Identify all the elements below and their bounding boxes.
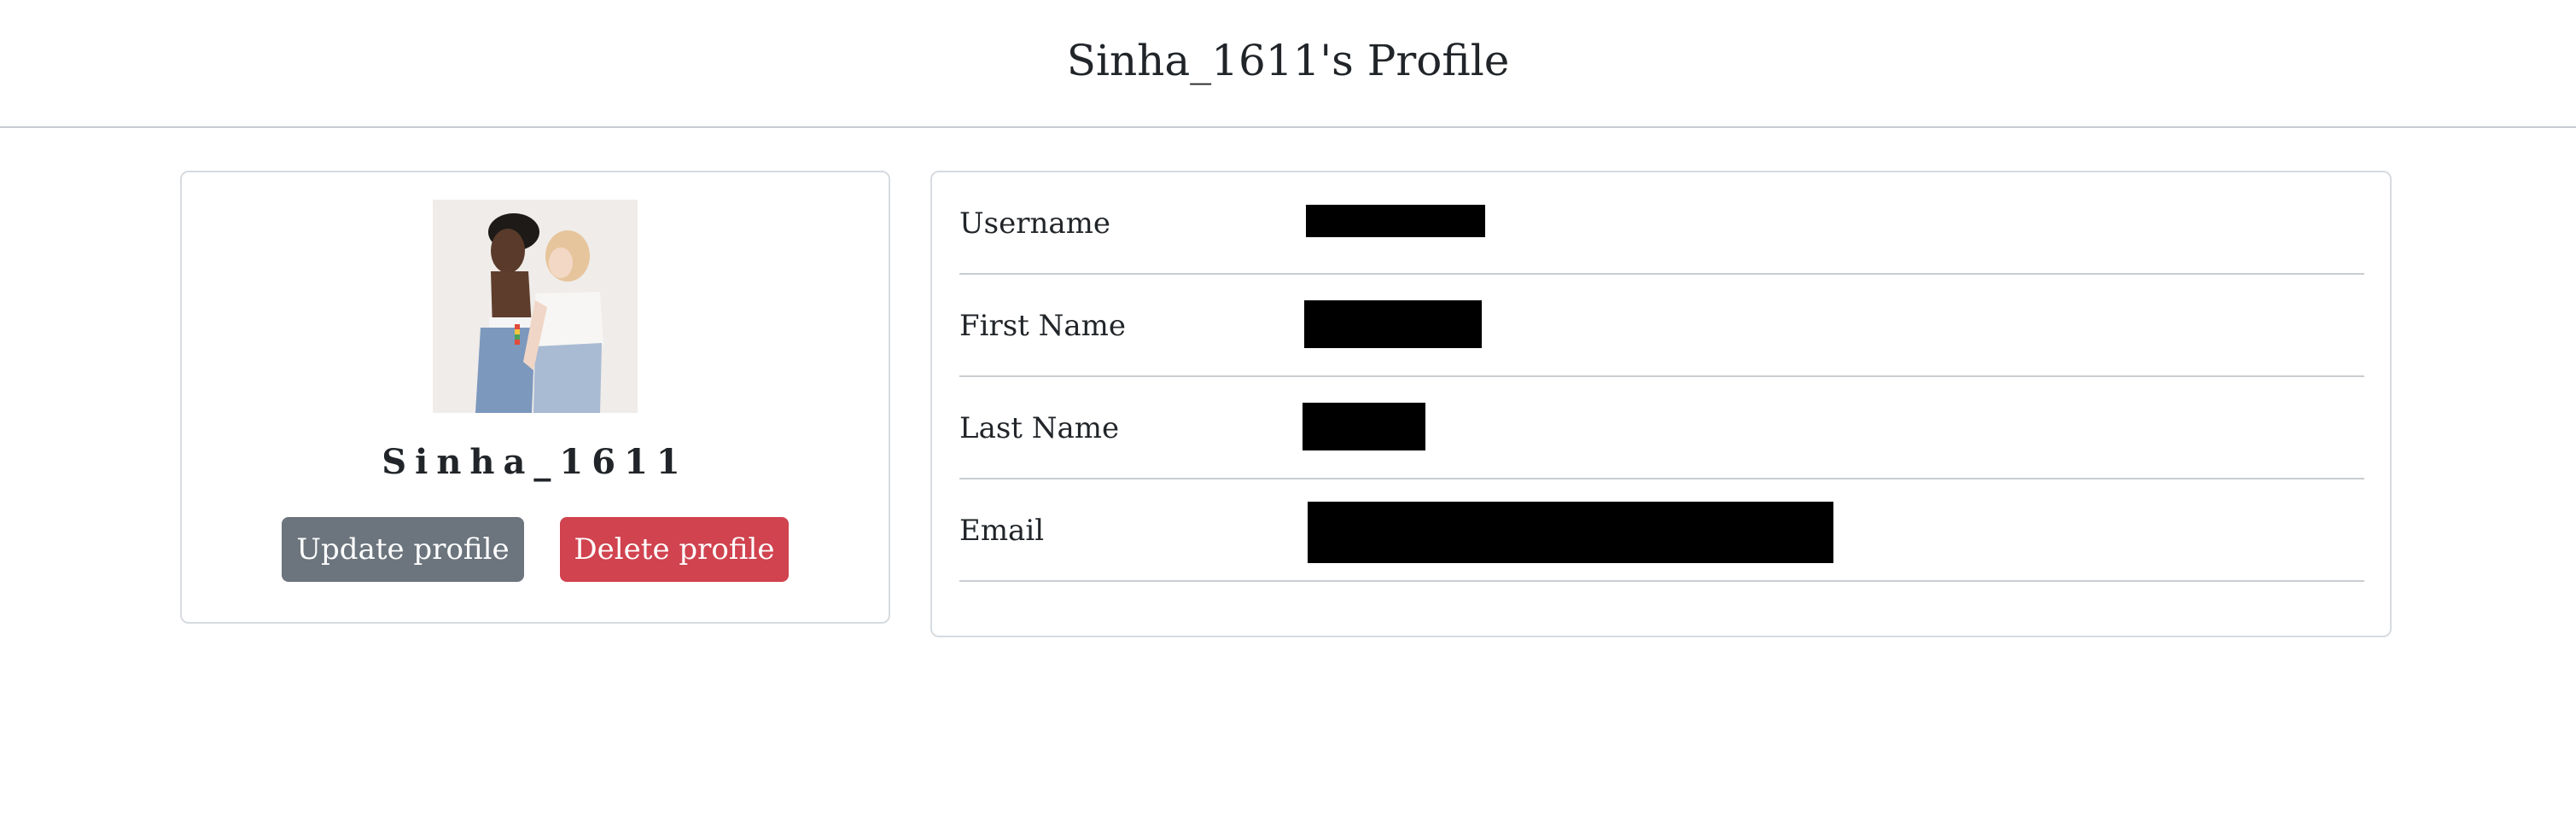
- detail-row-username: Username: [959, 172, 2364, 275]
- detail-label-last-name: Last Name: [959, 411, 1120, 445]
- page-title: Sinha_1611's Profile: [1066, 36, 1510, 85]
- detail-label-email: Email: [959, 514, 1045, 548]
- profile-card: Sinha_1611 Update profile Delete profile: [180, 171, 890, 624]
- display-name: Sinha_1611: [382, 442, 689, 482]
- delete-profile-button[interactable]: Delete profile: [560, 517, 789, 582]
- update-profile-button[interactable]: Update profile: [282, 517, 524, 582]
- detail-value-username: [1306, 205, 1485, 237]
- detail-label-first-name: First Name: [959, 309, 1127, 343]
- detail-value-first-name: [1304, 300, 1482, 348]
- avatar: [433, 200, 638, 413]
- detail-row-first-name: First Name: [959, 275, 2364, 377]
- profile-details-card: Username First Name Last Name Email: [930, 171, 2392, 637]
- page-header: Sinha_1611's Profile: [0, 0, 2576, 128]
- detail-row-email: Email: [959, 479, 2364, 582]
- detail-label-username: Username: [959, 206, 1111, 241]
- detail-value-email: [1308, 502, 1833, 563]
- detail-row-last-name: Last Name: [959, 377, 2364, 479]
- detail-value-last-name: [1303, 403, 1425, 450]
- avatar-photo: [433, 200, 638, 413]
